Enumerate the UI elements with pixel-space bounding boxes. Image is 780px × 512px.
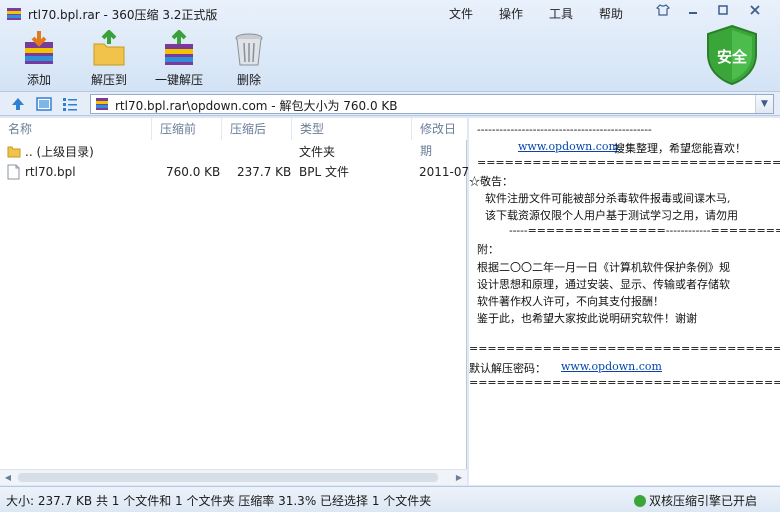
comment-line: 搜集整理，希望您能喜欢！ [614,142,746,155]
close-icon[interactable] [744,4,766,20]
archive-comment-panel: ----------------------------------------… [469,118,780,485]
file-modified: 2011-07 [419,165,470,179]
address-text: rtl70.bpl.rar\opdown.com - 解包大小为 760.0 K… [115,99,398,113]
engine-on-icon [634,495,646,507]
app-icon [7,8,21,20]
one-click-extract-label: 一键解压 [154,73,203,87]
comment-rule: ========================================… [469,342,780,355]
comment-site-link[interactable]: www.opdown.com [518,140,619,153]
menu-operation[interactable]: 操作 [499,5,523,22]
status-text: 大小: 237.7 KB 共 1 个文件和 1 个文件夹 压缩率 31.3% 已… [6,494,432,508]
menu-tools[interactable]: 工具 [549,5,573,22]
comment-note-title: 附： [477,243,499,256]
comment-rule: ----------------------------------------… [477,123,652,136]
column-packed[interactable]: 压缩前 [152,118,222,140]
comment-line: 软件著作权人许可，不向其支付报酬！ [477,295,664,308]
column-unpacked[interactable]: 压缩后 [222,118,292,140]
file-icon [7,164,20,180]
file-name: .. (上级目录) [25,145,94,159]
folder-extract-icon [93,30,125,66]
title-toolbar-area: rtl70.bpl.rar - 360压缩 3.2正式版 文件 操作 工具 帮助… [0,0,780,92]
comment-warning-title: ☆敬告： [469,175,513,188]
security-badge[interactable]: 安全 [704,24,760,86]
column-name[interactable]: 名称 [0,118,152,140]
one-click-extract-icon [165,30,193,65]
address-field[interactable]: rtl70.bpl.rar\opdown.com - 解包大小为 760.0 K… [90,94,774,114]
list-item[interactable]: .. (上级目录) 文件夹 [0,142,467,162]
list-item[interactable]: rtl70.bpl 760.0 KB 237.7 KB BPL 文件 2011-… [0,162,470,182]
delete-label: 删除 [236,73,261,87]
address-dropdown-icon[interactable]: ▼ [755,95,773,113]
up-arrow-icon[interactable] [10,96,26,112]
comment-line: 鉴于此，也希望大家按此说明研究软件！谢谢 [477,312,697,325]
file-packed-size: 760.0 KB [166,165,221,179]
thumbnail-view-icon[interactable] [36,96,52,112]
list-view-icon[interactable] [62,96,78,112]
file-unpacked-size: 237.7 KB [237,165,292,179]
address-bar-row: rtl70.bpl.rar\opdown.com - 解包大小为 760.0 K… [0,92,780,116]
file-name: rtl70.bpl [25,165,76,179]
security-label: 安全 [716,48,747,66]
file-type: 文件夹 [299,145,336,159]
status-bar: 大小: 237.7 KB 共 1 个文件和 1 个文件夹 压缩率 31.3% 已… [0,486,780,512]
comment-line: 该下载资源仅限个人用户基于测试学习之用，请勿用 [485,209,738,222]
column-modified[interactable]: 修改日期 [412,118,467,158]
comment-rule: ========================================… [469,376,780,389]
folder-icon [7,146,21,158]
scroll-thumb[interactable] [18,473,438,482]
window-title: rtl70.bpl.rar - 360压缩 3.2正式版 [28,8,218,22]
trash-icon [235,33,263,66]
comment-rule: -----===============------------========… [509,224,780,237]
engine-status[interactable]: 双核压缩引擎已开启 [634,492,757,509]
delete-button[interactable]: 删除 [219,30,279,88]
menu-help[interactable]: 帮助 [599,5,623,22]
scroll-right-icon[interactable]: ▶ [451,470,467,486]
extract-to-button[interactable]: 解压到 [79,30,139,88]
column-type[interactable]: 类型 [292,118,412,140]
maximize-icon[interactable] [712,4,734,20]
menu-file[interactable]: 文件 [449,5,473,22]
comment-line: 软件注册文件可能被部分杀毒软件报毒或间谍木马, [485,192,731,205]
scroll-left-icon[interactable]: ◀ [0,470,16,486]
engine-label: 双核压缩引擎已开启 [649,494,758,508]
skin-icon[interactable] [652,4,674,20]
add-label: 添加 [26,73,51,87]
comment-password-link[interactable]: www.opdown.com [561,360,662,373]
extract-to-label: 解压到 [90,73,127,87]
file-type: BPL 文件 [299,165,349,179]
archive-icon [96,98,108,110]
comment-rule: ========================================… [477,156,780,169]
comment-line: 设计思想和原理，通过安装、显示、传输或者存储软 [477,278,730,291]
horizontal-scrollbar[interactable]: ◀ ▶ [0,469,467,485]
one-click-extract-button[interactable]: 一键解压 [149,30,209,88]
minimize-icon[interactable] [682,4,704,20]
add-archive-icon [25,31,53,64]
comment-line: 根据二〇〇二年一月一日《计算机软件保护条例》规 [477,261,730,274]
comment-password-label: 默认解压密码： [469,362,546,375]
add-button[interactable]: 添加 [9,30,69,88]
file-list: 名称 压缩前 压缩后 类型 修改日期 .. (上级目录) 文件夹 rtl70.b… [0,118,470,485]
